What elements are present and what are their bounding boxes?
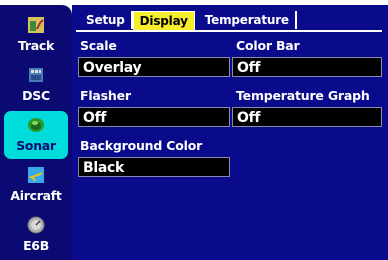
temperature-graph-label: Temperature Graph	[236, 88, 370, 103]
sidebar-item-label: Aircraft	[10, 188, 62, 203]
dsc-icon	[29, 68, 43, 82]
tab-display[interactable]: Display	[132, 11, 195, 31]
track-icon	[28, 17, 44, 33]
settings-panel: Setup Display Temperature Scale Overlay …	[72, 5, 388, 260]
color-bar-label: Color Bar	[236, 38, 300, 53]
aircraft-icon	[28, 167, 44, 183]
sidebar-item-label: DSC	[22, 88, 50, 103]
e6b-icon	[27, 216, 45, 234]
sidebar-item-label: Sonar	[16, 138, 56, 153]
temperature-graph-field[interactable]: Off	[232, 107, 382, 127]
tab-divider	[76, 30, 382, 32]
flasher-label: Flasher	[80, 88, 131, 103]
garmin-sonar-setup-screen: Track DSC Sonar Aircraft E6B Setup Displ…	[0, 0, 388, 260]
tab-bar: Setup Display Temperature	[80, 11, 297, 31]
sidebar-item-label: E6B	[23, 238, 49, 253]
color-bar-field[interactable]: Off	[232, 57, 382, 77]
sidebar-item-dsc[interactable]: DSC	[4, 61, 68, 109]
sidebar: Track DSC Sonar Aircraft E6B	[0, 5, 72, 260]
sidebar-item-aircraft[interactable]: Aircraft	[4, 161, 68, 209]
scale-field[interactable]: Overlay	[78, 57, 230, 77]
sidebar-item-label: Track	[18, 38, 54, 53]
sidebar-item-e6b[interactable]: E6B	[4, 211, 68, 259]
flasher-field[interactable]: Off	[78, 107, 230, 127]
sidebar-item-track[interactable]: Track	[4, 11, 68, 59]
sonar-icon	[28, 118, 44, 132]
background-color-label: Background Color	[80, 138, 203, 153]
background-color-field[interactable]: Black	[78, 157, 230, 177]
scale-label: Scale	[80, 38, 117, 53]
sidebar-item-sonar[interactable]: Sonar	[4, 111, 68, 159]
tab-temperature[interactable]: Temperature	[199, 11, 297, 29]
tab-setup[interactable]: Setup	[80, 11, 133, 29]
